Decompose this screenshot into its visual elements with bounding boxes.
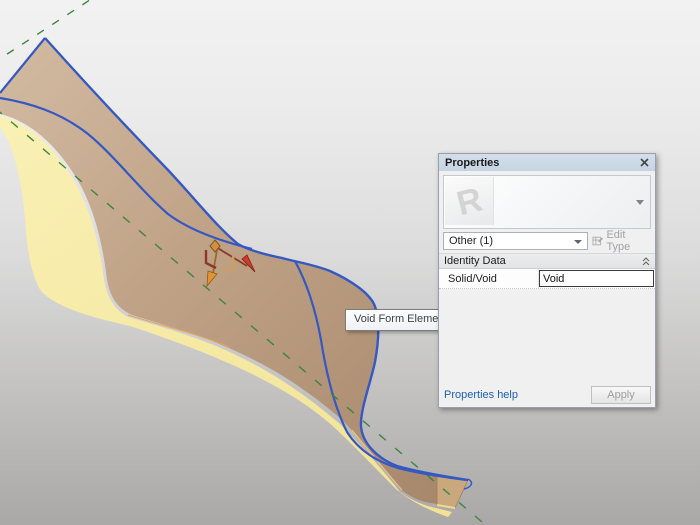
element-filter-value: Other (1) xyxy=(449,235,493,247)
type-selector-dropdown-icon[interactable] xyxy=(636,200,644,205)
element-filter-dropdown[interactable]: Other (1) xyxy=(443,232,588,250)
close-icon[interactable] xyxy=(640,158,649,167)
revit-ghost-logo-icon: R xyxy=(445,177,493,225)
properties-panel: Properties R Other (1) xyxy=(438,153,656,408)
properties-titlebar[interactable]: Properties xyxy=(439,154,655,171)
edit-type-button[interactable]: Edit Type xyxy=(591,232,651,250)
param-value-input[interactable] xyxy=(539,270,654,287)
form-end-cap[interactable] xyxy=(437,476,468,508)
revit-viewport: Void Form Element : Surface Properties R… xyxy=(0,0,700,525)
collapse-section-icon[interactable] xyxy=(642,257,650,266)
type-selector[interactable]: R xyxy=(443,175,651,229)
edit-type-icon xyxy=(592,235,603,247)
chevron-down-icon xyxy=(574,240,582,244)
section-label: Identity Data xyxy=(444,255,506,267)
type-preview-image: R xyxy=(445,177,494,225)
svg-text:R: R xyxy=(453,180,486,223)
apply-button[interactable]: Apply xyxy=(591,386,651,404)
param-label: Solid/Void xyxy=(439,269,539,288)
edit-type-label: Edit Type xyxy=(606,229,650,253)
properties-help-link[interactable]: Properties help xyxy=(444,389,518,401)
section-header-identity-data[interactable]: Identity Data xyxy=(439,253,655,269)
parameters-empty-area xyxy=(439,289,655,385)
param-row-solid-void: Solid/Void xyxy=(439,269,655,289)
properties-title: Properties xyxy=(445,157,499,169)
panel-footer: Properties help Apply xyxy=(439,385,655,407)
